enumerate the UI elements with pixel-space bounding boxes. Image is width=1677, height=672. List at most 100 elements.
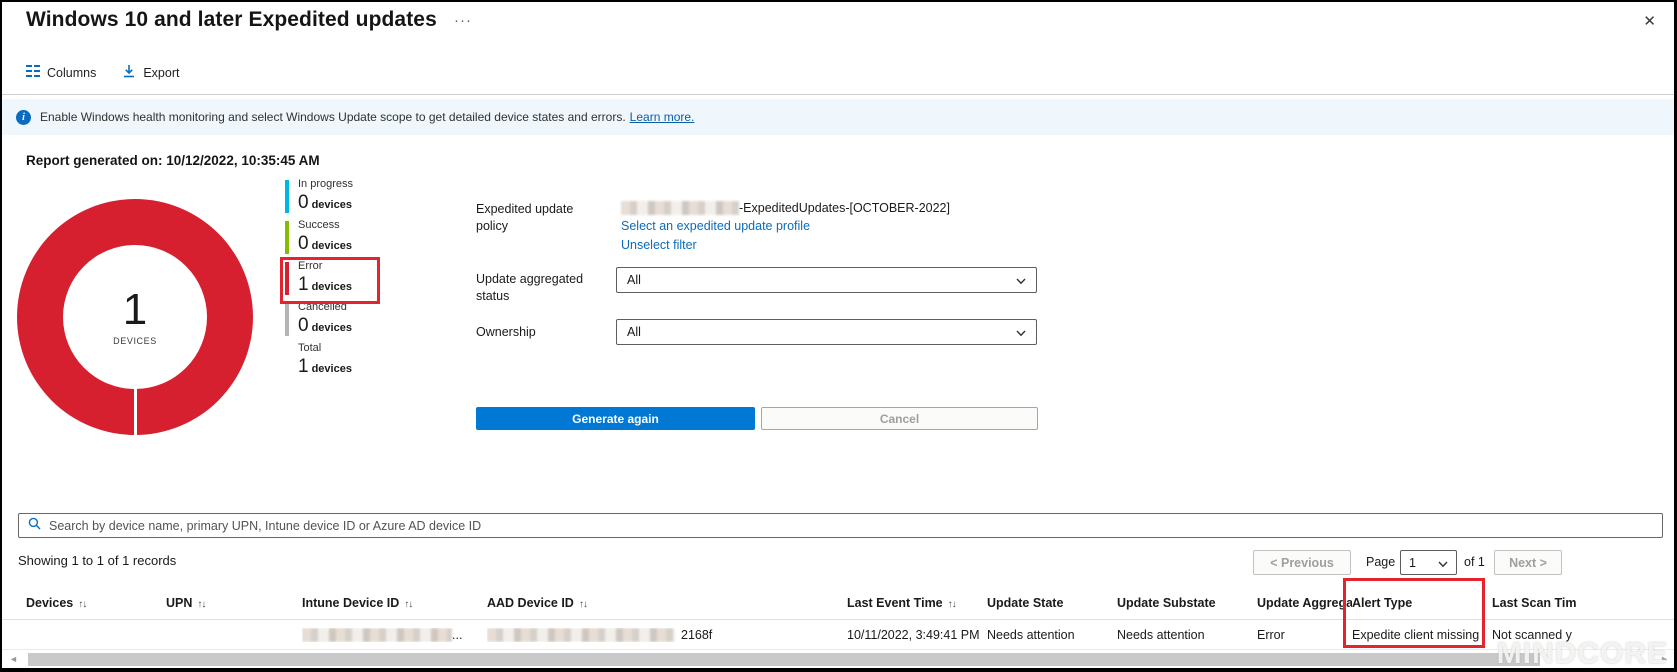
- legend-value: 1: [298, 274, 309, 295]
- ownership-selected-value: All: [627, 325, 641, 339]
- sort-icon[interactable]: ↑↓: [197, 599, 205, 610]
- legend-color-bar: [285, 221, 289, 254]
- col-header-update-substate[interactable]: Update Substate: [1117, 596, 1257, 610]
- chevron-down-icon: [1016, 275, 1026, 285]
- unselect-filter-link[interactable]: Unselect filter: [621, 238, 697, 252]
- legend-value: 0: [298, 233, 309, 254]
- donut-ring: 1 DEVICES: [17, 199, 253, 435]
- redacted-intune-device-id: [302, 628, 452, 642]
- learn-more-link[interactable]: Learn more.: [630, 110, 695, 124]
- col-header-upn[interactable]: UPN↑↓: [166, 596, 302, 610]
- redacted-aad-device-id: [487, 628, 675, 642]
- cell-alert-type: Expedite client missing: [1352, 628, 1492, 642]
- col-header-update-aggregated[interactable]: Update Aggregated...: [1257, 596, 1352, 610]
- expedited-updates-report-window: Windows 10 and later Expedited updates ·…: [0, 0, 1677, 672]
- col-header-intune-device-id[interactable]: Intune Device ID↑↓: [302, 596, 487, 610]
- col-header-last-scan-time[interactable]: Last Scan Tim: [1492, 596, 1677, 610]
- legend-label: Success: [298, 219, 353, 233]
- info-icon: i: [16, 110, 31, 125]
- search-icon: [28, 517, 41, 535]
- cell-update-aggregated: Error: [1257, 628, 1352, 642]
- policy-value-suffix: -ExpeditedUpdates-[OCTOBER-2022]: [739, 201, 950, 215]
- donut-segment-gap: [134, 385, 137, 435]
- search-input[interactable]: [49, 519, 1653, 533]
- columns-button[interactable]: Columns: [26, 65, 96, 80]
- legend-value: 0: [298, 315, 309, 336]
- legend-item-cancelled: Cancelled 0devices: [285, 301, 353, 338]
- close-icon[interactable]: ✕: [1643, 12, 1656, 30]
- device-search-box[interactable]: [18, 513, 1663, 538]
- legend-item-in-progress: In progress 0devices: [285, 178, 353, 215]
- legend-item-error: Error 1devices: [285, 260, 353, 297]
- sort-icon[interactable]: ↑↓: [404, 599, 412, 610]
- legend-item-total: Total 1devices: [285, 342, 353, 379]
- toolbar-divider: [2, 94, 1674, 95]
- donut-center-value: 1: [123, 288, 147, 332]
- legend-unit: devices: [312, 363, 352, 375]
- current-page-value: 1: [1409, 556, 1416, 570]
- legend-value: 1: [298, 356, 309, 377]
- policy-label: Expedited update policy: [476, 201, 608, 235]
- chevron-down-icon: [1016, 327, 1026, 337]
- page-title: Windows 10 and later Expedited updates: [26, 8, 437, 32]
- status-label: Update aggregated status: [476, 271, 608, 305]
- cell-update-state: Needs attention: [987, 628, 1117, 642]
- cell-aad-device-id: 2168f: [487, 628, 847, 642]
- cell-update-substate: Needs attention: [1117, 628, 1257, 642]
- legend-unit: devices: [312, 281, 352, 293]
- legend-label: Error: [298, 260, 353, 274]
- sort-icon[interactable]: ↑↓: [948, 599, 956, 610]
- page-number-select[interactable]: 1: [1400, 550, 1457, 575]
- report-generated-label: Report generated on: 10/12/2022, 10:35:4…: [26, 153, 320, 168]
- scroll-left-arrow-icon[interactable]: ◄: [9, 654, 18, 664]
- sort-icon[interactable]: ↑↓: [78, 599, 86, 610]
- cancel-button: Cancel: [761, 407, 1038, 430]
- info-banner: i Enable Windows health monitoring and s…: [2, 99, 1674, 135]
- policy-value: -ExpeditedUpdates-[OCTOBER-2022]: [621, 201, 950, 215]
- watermark: MINDCORE: [1497, 637, 1668, 671]
- columns-label: Columns: [47, 66, 96, 80]
- cell-last-event-time: 10/11/2022, 3:49:41 PM: [847, 628, 987, 642]
- ownership-select[interactable]: All: [616, 319, 1037, 345]
- more-options-icon[interactable]: ···: [454, 12, 472, 29]
- export-label: Export: [143, 66, 179, 80]
- col-header-devices[interactable]: Devices↑↓: [26, 596, 166, 610]
- ownership-label: Ownership: [476, 324, 608, 341]
- scrollbar-thumb[interactable]: [28, 653, 1540, 666]
- export-icon: [122, 64, 136, 81]
- col-header-last-event-time[interactable]: Last Event Time↑↓: [847, 596, 987, 610]
- legend-color-bar: [285, 303, 289, 336]
- legend-label: In progress: [298, 178, 353, 192]
- page-of-label: of 1: [1464, 555, 1485, 569]
- legend-unit: devices: [312, 322, 352, 334]
- banner-message: Enable Windows health monitoring and sel…: [40, 110, 626, 124]
- status-selected-value: All: [627, 273, 641, 287]
- horizontal-scrollbar[interactable]: ◄ ►: [2, 651, 1674, 668]
- chart-legend: In progress 0devices Success 0devices Er…: [285, 178, 353, 383]
- toolbar: Columns Export: [26, 64, 179, 81]
- export-button[interactable]: Export: [122, 64, 179, 81]
- previous-page-button: < Previous: [1253, 550, 1351, 575]
- legend-unit: devices: [312, 199, 352, 211]
- col-header-alert-type[interactable]: Alert Type: [1352, 596, 1492, 610]
- legend-value: 0: [298, 192, 309, 213]
- generate-again-button[interactable]: Generate again: [476, 407, 755, 430]
- donut-center: 1 DEVICES: [63, 245, 207, 389]
- table-header-row: Devices↑↓ UPN↑↓ Intune Device ID↑↓ AAD D…: [2, 587, 1674, 620]
- col-header-update-state[interactable]: Update State: [987, 596, 1117, 610]
- page-label: Page: [1366, 555, 1395, 569]
- legend-label: Total: [298, 342, 353, 356]
- next-page-button: Next >: [1494, 550, 1562, 575]
- donut-center-label: DEVICES: [113, 336, 157, 346]
- col-header-aad-device-id[interactable]: AAD Device ID↑↓: [487, 596, 847, 610]
- columns-icon: [26, 65, 40, 80]
- select-profile-link[interactable]: Select an expedited update profile: [621, 219, 810, 233]
- table-row[interactable]: ... 2168f 10/11/2022, 3:49:41 PM Needs a…: [2, 620, 1674, 650]
- records-summary: Showing 1 to 1 of 1 records: [18, 553, 176, 568]
- update-aggregated-status-select[interactable]: All: [616, 267, 1037, 293]
- sort-icon[interactable]: ↑↓: [579, 599, 587, 610]
- legend-item-success: Success 0devices: [285, 219, 353, 256]
- legend-color-bar: [285, 180, 289, 213]
- legend-color-bar: [285, 262, 289, 295]
- chevron-down-icon: [1438, 558, 1448, 568]
